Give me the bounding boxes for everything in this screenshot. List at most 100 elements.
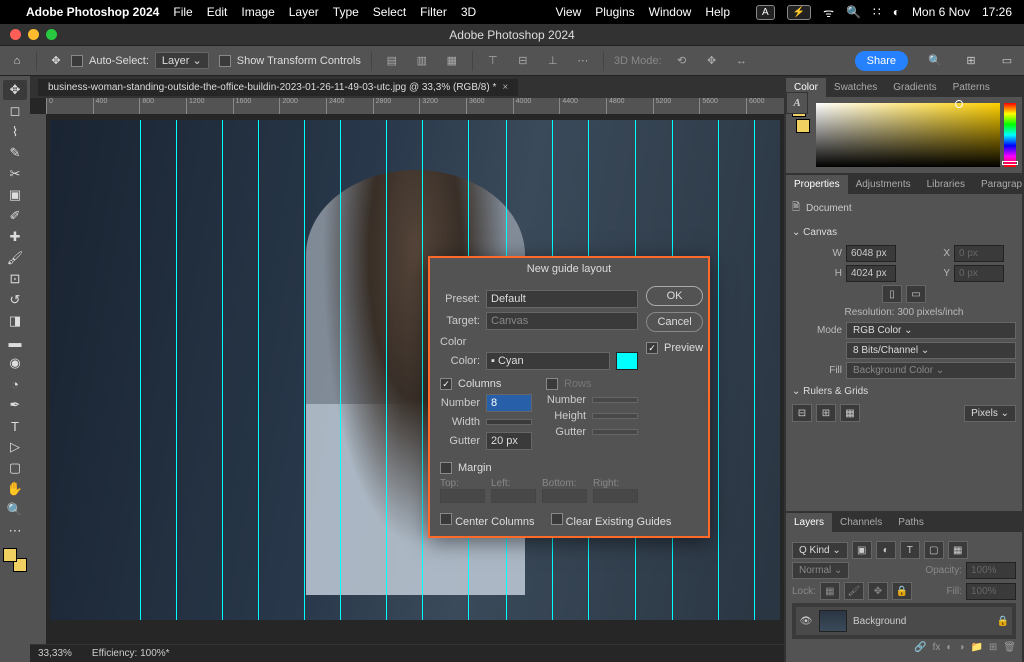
window-zoom-button[interactable] (46, 29, 57, 40)
quick-select-tool[interactable]: ✎ (3, 143, 27, 163)
new-layer-icon[interactable]: ⊞ (989, 642, 997, 653)
guide-vertical[interactable] (304, 120, 305, 620)
arrange-icon[interactable]: ▭ (998, 52, 1016, 70)
new-adjustment-icon[interactable]: ◑ (958, 642, 964, 653)
x-value[interactable]: 0 px (954, 245, 1004, 262)
lasso-tool[interactable]: ⌇ (3, 122, 27, 142)
blur-tool[interactable]: ◉ (3, 353, 27, 373)
guide-vertical[interactable] (140, 120, 141, 620)
auto-select-dropdown[interactable]: Layer ⌄ (155, 52, 209, 69)
brush-tool[interactable]: 🖌 (3, 248, 27, 268)
guide-vertical[interactable] (422, 120, 423, 620)
menu-select[interactable]: Select (373, 5, 406, 19)
center-columns-checkbox[interactable] (440, 513, 452, 525)
filter-pixel-icon[interactable]: ▣ (852, 541, 872, 559)
frame-tool[interactable]: ▣ (3, 185, 27, 205)
type-tool[interactable]: T (3, 416, 27, 436)
history-brush-tool[interactable]: ↺ (3, 290, 27, 310)
menu-type[interactable]: Type (333, 5, 359, 19)
lock-transparency-icon[interactable]: ▦ (820, 582, 840, 600)
canvas-section[interactable]: Canvas (792, 223, 1016, 242)
clear-guides-checkbox[interactable] (551, 513, 563, 525)
guide-vertical[interactable] (176, 120, 177, 620)
filter-smart-icon[interactable]: ▦ (948, 541, 968, 559)
dodge-tool[interactable]: ◔ (3, 374, 27, 394)
filter-shape-icon[interactable]: ▢ (924, 541, 944, 559)
guide-vertical[interactable] (718, 120, 719, 620)
align-left-icon[interactable]: ▤ (382, 52, 402, 70)
share-button[interactable]: Share (855, 51, 908, 71)
eyedropper-tool[interactable]: ✐ (3, 206, 27, 226)
menu-view[interactable]: View (555, 5, 581, 19)
y-value[interactable]: 0 px (954, 265, 1004, 282)
layer-fill-value[interactable]: 100% (966, 583, 1016, 600)
tab-gradients[interactable]: Gradients (885, 78, 944, 97)
bits-dropdown[interactable]: 8 Bits/Channel ⌄ (846, 342, 1016, 359)
tab-patterns[interactable]: Patterns (945, 78, 998, 97)
workspace-icon[interactable]: ⊞ (962, 52, 980, 70)
shape-tool[interactable]: ▢ (3, 458, 27, 478)
auto-select-checkbox[interactable] (71, 55, 83, 67)
visibility-icon[interactable]: 👁 (799, 616, 813, 627)
filter-type-icon[interactable]: T (900, 541, 920, 559)
layer-filter-dropdown[interactable]: Q Kind ⌄ (792, 542, 848, 559)
marquee-tool[interactable]: ◻ (3, 101, 27, 121)
align-bottom-icon[interactable]: ⊥ (543, 52, 563, 70)
lock-position-icon[interactable]: ✥ (868, 582, 888, 600)
lock-all-icon[interactable]: 🔒 (892, 582, 912, 600)
columns-number-input[interactable]: 8 (486, 394, 532, 412)
siri-icon[interactable]: ◐ (893, 5, 900, 19)
columns-checkbox[interactable] (440, 378, 452, 390)
height-value[interactable]: 4024 px (846, 265, 896, 282)
menubar-app-name[interactable]: Adobe Photoshop 2024 (26, 5, 159, 19)
path-select-tool[interactable]: ▷ (3, 437, 27, 457)
tab-channels[interactable]: Channels (832, 513, 890, 532)
spotlight-icon[interactable]: 🔍 (846, 5, 861, 19)
layer-mask-icon[interactable]: ◐ (946, 642, 952, 653)
tab-libraries[interactable]: Libraries (919, 175, 973, 194)
units-dropdown[interactable]: Pixels ⌄ (964, 405, 1016, 422)
cancel-button[interactable]: Cancel (646, 312, 703, 332)
align-top-icon[interactable]: ⊤ (483, 52, 503, 70)
fill-dropdown[interactable]: Background Color ⌄ (846, 362, 1016, 379)
menu-3d[interactable]: 3D (461, 5, 476, 19)
menu-filter[interactable]: Filter (420, 5, 447, 19)
layer-name[interactable]: Background (853, 616, 906, 627)
color-swatch[interactable] (616, 352, 638, 370)
tab-paragraph[interactable]: Paragraph (973, 175, 1022, 194)
crop-tool[interactable]: ✂ (3, 164, 27, 184)
eraser-tool[interactable]: ◨ (3, 311, 27, 331)
new-group-icon[interactable]: 📁 (970, 642, 982, 653)
margin-checkbox[interactable] (440, 462, 452, 474)
ok-button[interactable]: OK (646, 286, 703, 306)
tab-layers[interactable]: Layers (786, 513, 832, 532)
menu-window[interactable]: Window (649, 5, 692, 19)
control-center-icon[interactable]: ∷ (873, 5, 881, 19)
orientation-portrait-icon[interactable]: ▯ (882, 285, 902, 303)
glyphs-panel-icon[interactable]: A (786, 92, 808, 114)
home-icon[interactable]: ⌂ (8, 52, 26, 70)
layer-thumbnail[interactable] (819, 610, 847, 632)
align-hcenter-icon[interactable]: ▥ (412, 52, 432, 70)
hand-tool[interactable]: ✋ (3, 479, 27, 499)
ruler-vertical[interactable] (30, 114, 46, 644)
columns-gutter-input[interactable]: 20 px (486, 432, 532, 450)
ruler-horizontal[interactable]: 0400800120016002000240028003200360040004… (46, 98, 784, 114)
healing-tool[interactable]: ✚ (3, 227, 27, 247)
close-icon[interactable]: × (502, 82, 508, 93)
mode-dropdown[interactable]: RGB Color ⌄ (846, 322, 1016, 339)
panel-bg-swatch[interactable] (796, 119, 810, 133)
rows-checkbox[interactable] (546, 378, 558, 390)
wifi-icon[interactable]: ᯤ (823, 4, 834, 21)
opacity-value[interactable]: 100% (966, 562, 1016, 579)
zoom-level[interactable]: 33,33% (38, 648, 72, 659)
layer-fx-icon[interactable]: fx (933, 642, 941, 653)
preview-checkbox[interactable] (646, 342, 658, 354)
3d-slide-icon[interactable]: ↔ (732, 52, 752, 70)
fg-color-swatch[interactable] (3, 548, 17, 562)
edit-toolbar[interactable]: ⋯ (3, 521, 27, 541)
search-icon[interactable]: 🔍 (926, 52, 944, 70)
menu-image[interactable]: Image (241, 5, 274, 19)
zoom-tool[interactable]: 🔍 (3, 500, 27, 520)
status-accessibility[interactable]: A (756, 5, 775, 20)
